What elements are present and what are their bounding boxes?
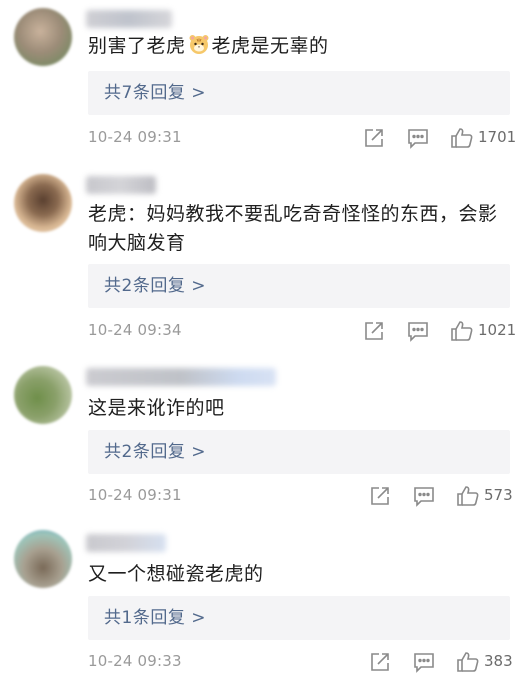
comment-text-part: 老虎是无辜的	[211, 35, 329, 57]
comment-item: 老虎：妈妈教我不要乱吃奇奇怪怪的东西，会影响大脑发育 共2条回复 > 10-24…	[0, 166, 520, 356]
share-icon[interactable]	[362, 126, 386, 150]
thumbs-up-icon[interactable]	[456, 650, 480, 674]
comment-icon[interactable]	[406, 126, 430, 150]
comment-footer: 10-24 09:31 573	[88, 482, 513, 512]
thumbs-up-icon[interactable]	[450, 319, 474, 343]
thumbs-up-icon[interactable]	[456, 484, 480, 508]
replies-label: 共7条回复 >	[104, 83, 206, 103]
replies-link[interactable]: 共1条回复 >	[88, 596, 510, 640]
comment-item: 又一个想碰瓷老虎的 共1条回复 > 10-24 09:33 383	[0, 524, 520, 676]
comment-text: 老虎：妈妈教我不要乱吃奇奇怪怪的东西，会影响大脑发育	[88, 203, 498, 254]
comment-icon[interactable]	[412, 650, 436, 674]
comment-icon[interactable]	[406, 319, 430, 343]
replies-label: 共2条回复 >	[104, 442, 206, 462]
avatar[interactable]	[14, 174, 72, 232]
comment-icon[interactable]	[412, 484, 436, 508]
replies-link[interactable]: 共7条回复 >	[88, 71, 510, 115]
like-count: 573	[484, 486, 513, 504]
comment-footer: 10-24 09:33 383	[88, 648, 513, 678]
timestamp: 10-24 09:31	[88, 486, 182, 504]
like-count: 1701	[478, 128, 517, 146]
replies-label: 共2条回复 >	[104, 276, 206, 296]
username[interactable]	[86, 10, 172, 28]
thumbs-up-icon[interactable]	[450, 126, 474, 150]
timestamp: 10-24 09:31	[88, 128, 182, 146]
username[interactable]	[86, 368, 276, 386]
comment-item: 别害了老虎 老虎是无辜的 共7条回复 > 10-24 09:31 1701	[0, 0, 520, 160]
username[interactable]	[86, 176, 156, 194]
share-icon[interactable]	[368, 650, 392, 674]
comment-text: 又一个想碰瓷老虎的	[88, 563, 264, 585]
comment-text-part: 别害了老虎	[88, 35, 186, 57]
comment-footer: 10-24 09:31 1701	[88, 124, 516, 154]
comment-footer: 10-24 09:34 1021	[88, 317, 516, 347]
replies-label: 共1条回复 >	[104, 608, 206, 628]
avatar[interactable]	[14, 8, 72, 66]
share-icon[interactable]	[362, 319, 386, 343]
avatar[interactable]	[14, 530, 72, 588]
timestamp: 10-24 09:33	[88, 652, 182, 670]
timestamp: 10-24 09:34	[88, 321, 182, 339]
avatar[interactable]	[14, 366, 72, 424]
like-count: 383	[484, 652, 513, 670]
share-icon[interactable]	[368, 484, 392, 508]
comment-text: 别害了老虎 老虎是无辜的	[88, 32, 508, 61]
username[interactable]	[86, 534, 166, 552]
like-count: 1021	[478, 321, 517, 339]
comment-text: 这是来讹诈的吧	[88, 397, 225, 419]
tiger-face-emoji	[189, 35, 209, 54]
replies-link[interactable]: 共2条回复 >	[88, 264, 510, 308]
replies-link[interactable]: 共2条回复 >	[88, 430, 510, 474]
comment-item: 这是来讹诈的吧 共2条回复 > 10-24 09:31 573	[0, 360, 520, 520]
